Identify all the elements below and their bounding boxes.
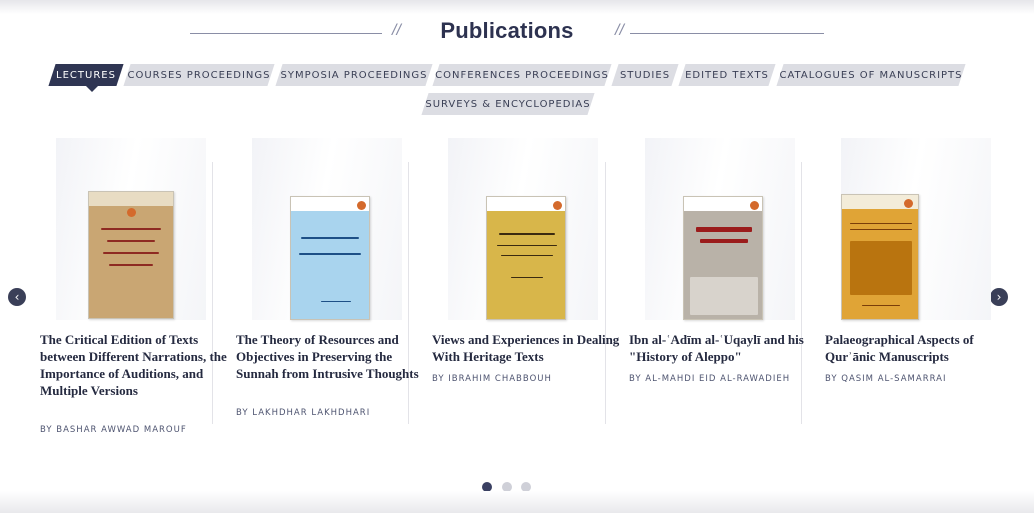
tab-catalogues-of-manuscripts[interactable]: CATALOGUES OF MANUSCRIPTS [780,64,962,86]
tab-conferences-proceedings[interactable]: CONFERENCES PROCEEDINGS [435,64,608,86]
publication-card[interactable]: The Critical Edition of Texts between Di… [40,138,230,438]
bottom-shadow [0,491,1034,513]
book-cover[interactable] [486,196,566,320]
chevron-left-icon: ‹ [14,290,20,304]
card-author[interactable]: BY AL-MAHDI EID AL-RAWADIEH [629,374,819,384]
card-author[interactable]: BY QASIM AL-SAMARRAI [825,374,1015,384]
card-author[interactable]: BY BASHAR AWWAD MAROUF [40,425,230,435]
tab-edited-texts[interactable]: EDITED TEXTS [682,64,772,86]
title-slashes-right: // [615,22,624,39]
publication-card[interactable]: Views and Experiences in Dealing With He… [432,138,622,438]
card-title[interactable]: Palaeographical Aspects of Qurʾānic Manu… [825,331,1015,365]
tab-lectures[interactable]: LECTURES [52,64,120,92]
publication-card[interactable]: Ibn al-ʿAdīm al-ʿUqaylī and his "History… [629,138,819,438]
book-cover[interactable] [88,191,174,319]
tab-surveys-encyclopedias[interactable]: SURVEYS & ENCYCLOPEDIAS [425,93,591,115]
title-slashes-left: // [392,22,401,39]
title-rule-left [190,33,382,34]
card-title[interactable]: Ibn al-ʿAdīm al-ʿUqaylī and his "History… [629,331,819,365]
card-title[interactable]: The Critical Edition of Texts between Di… [40,331,230,399]
carousel-prev-button[interactable]: ‹ [8,288,26,306]
page-title: Publications [440,18,574,43]
title-rule-right [630,33,824,34]
book-cover[interactable] [683,196,763,320]
card-author[interactable]: BY IBRAHIM CHABBOUH [432,374,622,384]
publication-card[interactable]: The Theory of Resources and Objectives i… [236,138,426,438]
card-title[interactable]: Views and Experiences in Dealing With He… [432,331,622,365]
section-header: // Publications // [0,18,1034,50]
top-shadow [0,0,1034,14]
card-title[interactable]: The Theory of Resources and Objectives i… [236,331,426,382]
card-author[interactable]: BY LAKHDHAR LAKHDHARI [236,408,426,418]
tab-studies[interactable]: STUDIES [615,64,675,86]
book-cover[interactable] [841,194,919,320]
tab-courses-proceedings[interactable]: COURSES PROCEEDINGS [127,64,271,86]
book-cover[interactable] [290,196,370,320]
tab-symposia-proceedings[interactable]: SYMPOSIA PROCEEDINGS [279,64,429,86]
publication-card[interactable]: Palaeographical Aspects of Qurʾānic Manu… [825,138,1015,438]
